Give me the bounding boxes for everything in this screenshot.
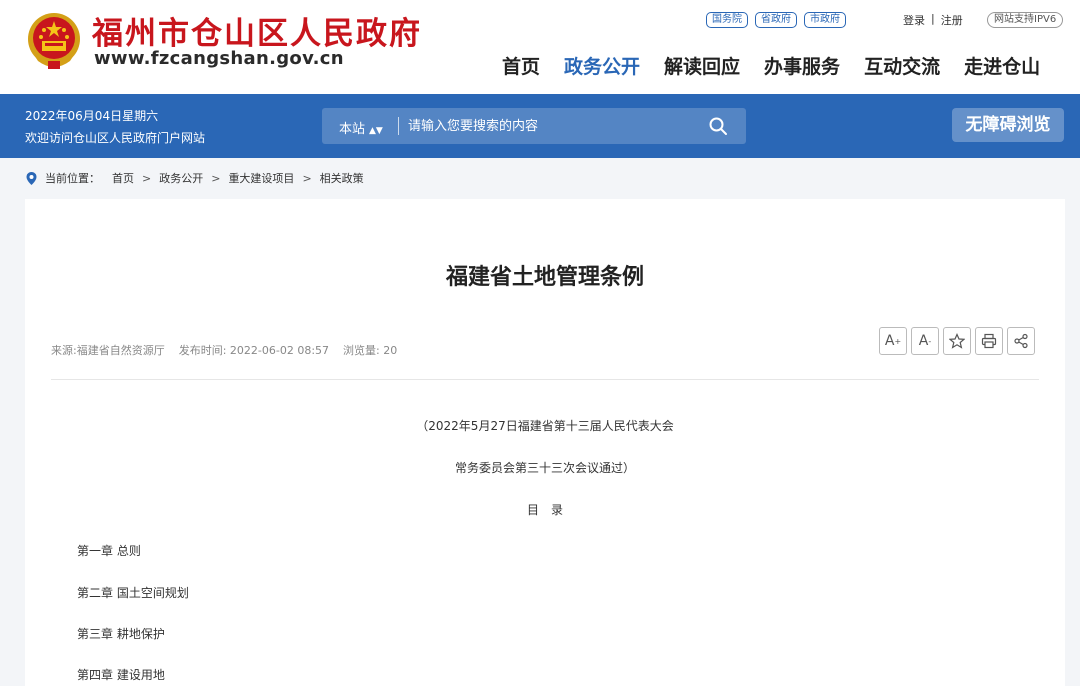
info-bar: 2022年06月04日星期六 欢迎访问仓山区人民政府门户网站 本站▲▼ 无障碍浏…: [0, 94, 1080, 158]
star-icon-glyph: [949, 333, 965, 349]
breadcrumb-label: 当前位置：: [45, 172, 100, 185]
article-meta: 来源:福建省自然资源厅 发布时间: 2022-06-02 08:57 浏览量: …: [51, 342, 397, 358]
article-intro-line-1: （2022年5月27日福建省第十三届人民代表大会: [416, 419, 674, 433]
auth-separator: |: [931, 12, 935, 25]
article-title: 福建省土地管理条例: [445, 265, 644, 290]
toc-item: 第一章 总则: [77, 544, 141, 558]
login-link[interactable]: 登录: [903, 12, 925, 28]
font-decrease-icon[interactable]: A-: [911, 327, 939, 355]
accessibility-button[interactable]: 无障碍浏览: [952, 108, 1064, 142]
register-link[interactable]: 注册: [941, 12, 963, 28]
share-icon-glyph: [1014, 333, 1028, 349]
search-divider: [398, 117, 399, 135]
nav-government-affairs[interactable]: 政务公开: [552, 52, 652, 79]
font-increase-letter: A: [884, 333, 895, 349]
breadcrumb-separator: >: [211, 171, 221, 185]
print-icon-glyph: [981, 333, 997, 349]
gov-link-province[interactable]: 省政府: [755, 12, 797, 28]
nav-interaction[interactable]: 互动交流: [852, 52, 952, 79]
ipv6-badge: 网站支持IPV6: [987, 12, 1064, 28]
font-decrease-sign: -: [928, 336, 932, 346]
site-name[interactable]: 福州市仓山区人民政府: [92, 8, 422, 53]
article-intro-line-2: 常务委员会第三十三次会议通过）: [454, 461, 635, 475]
auth-links: 登录 | 注册: [903, 12, 963, 28]
current-date: 2022年06月04日星期六: [25, 109, 159, 123]
breadcrumb-separator: >: [142, 171, 152, 185]
breadcrumb-government-affairs[interactable]: 政务公开: [159, 170, 203, 186]
article-panel: 福建省土地管理条例 来源:福建省自然资源厅 发布时间: 2022-06-02 0…: [25, 199, 1065, 686]
nav-about-cangshan[interactable]: 走进仓山: [952, 52, 1052, 79]
welcome-text: 欢迎访问仓山区人民政府门户网站: [25, 131, 206, 145]
gov-links: 国务院 省政府 市政府: [706, 12, 846, 28]
breadcrumb-major-projects[interactable]: 重大建设项目: [228, 170, 294, 186]
breadcrumb-separator: >: [302, 171, 312, 185]
main-nav: 首页 政务公开 解读回应 办事服务 互动交流 走进仓山: [490, 52, 1052, 79]
star-icon[interactable]: [943, 327, 971, 355]
article-views: 浏览量: 20: [343, 344, 398, 357]
national-emblem-icon[interactable]: [26, 11, 82, 71]
toc-heading: 目 录: [526, 503, 563, 517]
gov-link-state-council[interactable]: 国务院: [706, 12, 748, 28]
print-icon[interactable]: [975, 327, 1003, 355]
toc-item: 第四章 建设用地: [77, 668, 165, 682]
sort-arrows-icon: ▲▼: [369, 126, 383, 136]
search-box: 本站 ▲▼: [322, 108, 746, 144]
font-decrease-letter: A: [918, 333, 929, 349]
article-publish-time: 发布时间: 2022-06-02 08:57: [178, 344, 330, 357]
search-input[interactable]: [408, 114, 698, 138]
search-scope-label: 本站: [339, 122, 366, 137]
nav-interpretation[interactable]: 解读回应: [652, 52, 752, 79]
toc-item: 第三章 耕地保护: [77, 627, 165, 641]
search-scope-select[interactable]: 本站 ▲▼: [339, 118, 383, 137]
meta-divider: [51, 379, 1039, 380]
location-pin-icon: [26, 171, 37, 185]
toc-item: 第二章 国土空间规划: [77, 586, 189, 600]
site-url: www.fzcangshan.gov.cn: [94, 48, 344, 69]
breadcrumb-related-policies[interactable]: 相关政策: [320, 170, 364, 186]
nav-services[interactable]: 办事服务: [752, 52, 852, 79]
nav-home[interactable]: 首页: [490, 52, 552, 79]
site-header: 福州市仓山区人民政府 www.fzcangshan.gov.cn 国务院 省政府…: [0, 0, 1080, 94]
gov-link-city[interactable]: 市政府: [804, 12, 846, 28]
share-icon[interactable]: [1007, 327, 1035, 355]
font-increase-sign: +: [894, 336, 902, 346]
article-tools: A + A-: [879, 327, 1035, 355]
breadcrumb: 当前位置： 首页 > 政务公开 > 重大建设项目 > 相关政策: [26, 170, 364, 186]
breadcrumb-home[interactable]: 首页: [112, 170, 134, 186]
font-increase-icon[interactable]: A +: [879, 327, 907, 355]
search-icon[interactable]: [708, 116, 728, 136]
article-source: 来源:福建省自然资源厅: [51, 344, 165, 357]
